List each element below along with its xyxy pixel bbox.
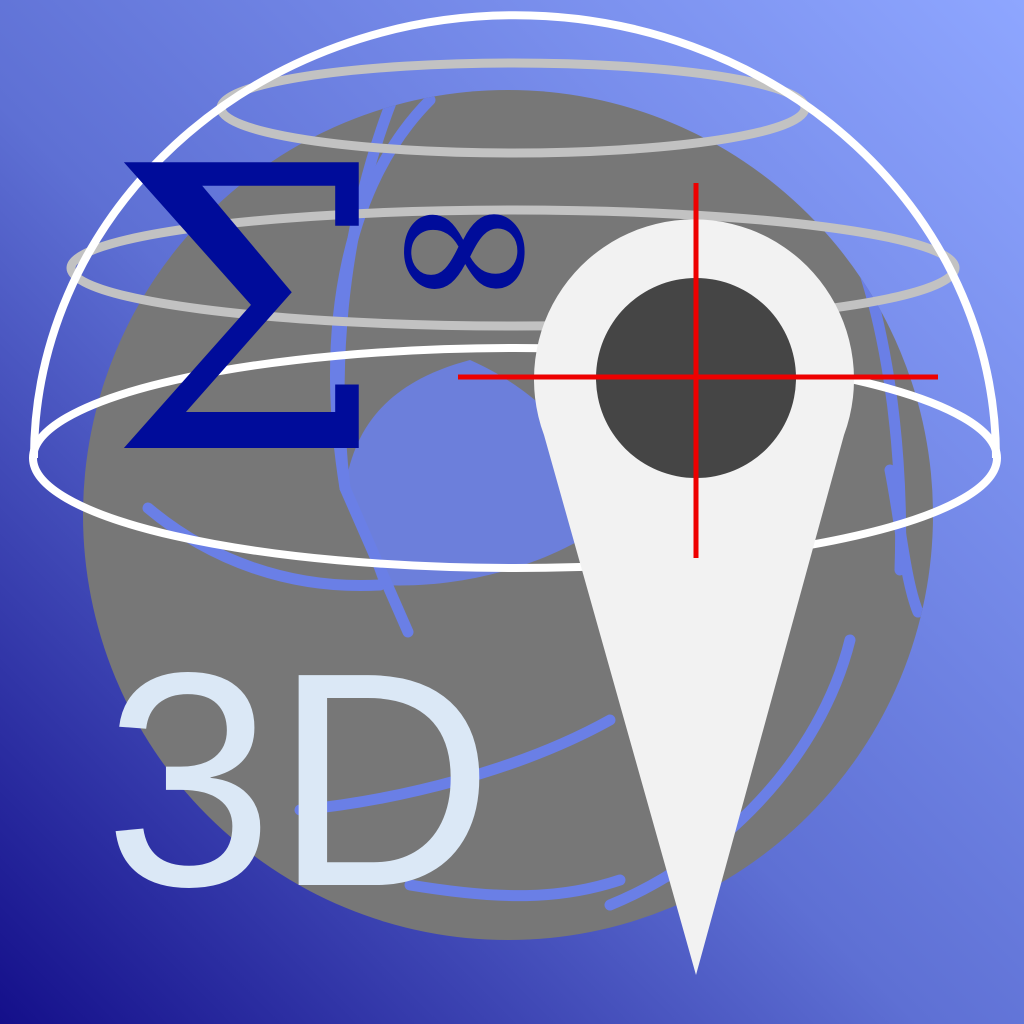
infinity-symbol: ∞ xyxy=(383,129,545,356)
app-icon-artwork: Σ ∞ 3D xyxy=(0,0,1024,1024)
app-icon: Σ ∞ 3D xyxy=(0,0,1024,1024)
label-3d: 3D xyxy=(104,609,494,950)
sigma-symbol: Σ xyxy=(108,85,385,541)
